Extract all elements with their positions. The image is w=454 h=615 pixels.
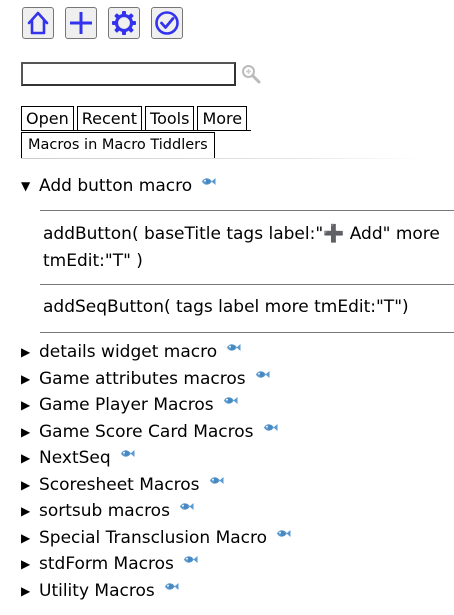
section-summary[interactable]: ▶ details widget macro [21,339,454,366]
section-summary[interactable]: ▶ Utility Macros [21,578,454,605]
collapsed-triangle-icon: ▶ [21,398,31,413]
new-tiddler-button[interactable] [65,7,97,39]
gear-icon [111,10,137,36]
fish-icon[interactable] [222,391,238,411]
section-summary[interactable]: ▶ stdForm Macros [21,551,454,578]
sidebar-panel: Open Recent Tools More Macros in Macro T… [0,0,454,615]
section-title: Utility Macros [39,580,155,601]
section-title: Game Player Macros [39,395,214,416]
tab-recent[interactable]: Recent [76,106,143,131]
collapsed-triangle-icon: ▶ [21,504,31,519]
section-summary[interactable]: ▶ sortsub macros [21,498,454,525]
macro-signature: addButton( baseTitle tags label:"➕ Add" … [43,223,440,271]
collapsed-triangle-icon: ▶ [21,371,31,386]
section-summary[interactable]: ▶ Game Score Card Macros [21,419,454,446]
fish-icon[interactable] [208,471,224,491]
check-circle-icon [154,10,180,36]
fish-icon[interactable] [163,577,179,597]
sidebar-tabs: Open Recent Tools More [21,106,248,131]
tabs-divider [21,130,251,131]
search-input[interactable] [21,62,236,86]
tab-open[interactable]: Open [21,106,74,131]
section-title: details widget macro [39,342,218,363]
section-summary[interactable]: ▶ Game Player Macros [21,392,454,419]
fish-icon[interactable] [182,550,198,570]
section-title: Game attributes macros [39,368,246,389]
search-bar [21,62,262,86]
section-title: NextSeq [39,448,111,469]
section-title: Game Score Card Macros [39,421,254,442]
plus-icon [68,10,94,36]
save-wiki-button[interactable] [151,7,183,39]
home-button[interactable] [22,7,54,39]
fish-icon[interactable] [254,365,270,385]
fish-icon[interactable] [178,497,194,517]
section-summary[interactable]: ▶ NextSeq [21,445,454,472]
collapsed-triangle-icon: ▶ [21,477,31,492]
page-toolbar [22,7,183,39]
section-title: Scoresheet Macros [39,474,200,495]
expanded-triangle-icon: ▼ [21,179,31,194]
collapsed-triangle-icon: ▶ [21,583,31,598]
fish-icon[interactable] [119,444,135,464]
macro-section-open: ▼ Add button macro addButton( baseTitle … [21,173,454,333]
home-icon [25,10,51,36]
fish-icon[interactable] [225,338,241,358]
tab-more[interactable]: More [197,106,248,131]
tab-content-divider [21,158,421,159]
divider [40,331,454,333]
section-summary[interactable]: ▶ Special Transclusion Macro [21,525,454,552]
tab-tools[interactable]: Tools [145,106,195,131]
section-summary[interactable]: ▼ Add button macro [21,173,454,200]
macro-section-list: ▶ details widget macro ▶ Game attributes… [21,339,454,604]
macro-signature: addSeqButton( tags label more tmEdit:"T"… [43,296,409,317]
fish-icon[interactable] [275,524,291,544]
fish-icon[interactable] [200,172,216,192]
tab-macros-in-macro-tiddlers[interactable]: Macros in Macro Tiddlers [21,132,215,158]
collapsed-triangle-icon: ▶ [21,451,31,466]
collapsed-triangle-icon: ▶ [21,345,31,360]
collapsed-triangle-icon: ▶ [21,530,31,545]
section-title: stdForm Macros [39,554,174,575]
collapsed-triangle-icon: ▶ [21,557,31,572]
section-summary[interactable]: ▶ Game attributes macros [21,366,454,393]
section-title: Add button macro [39,176,193,197]
control-panel-button[interactable] [108,7,140,39]
section-title: sortsub macros [39,501,170,522]
section-summary[interactable]: ▶ Scoresheet Macros [21,472,454,499]
collapsed-triangle-icon: ▶ [21,424,31,439]
search-icon[interactable] [240,63,262,85]
section-title: Special Transclusion Macro [39,527,268,548]
fish-icon[interactable] [262,418,278,438]
sidebar-tabs-row2: Macros in Macro Tiddlers [21,132,215,158]
